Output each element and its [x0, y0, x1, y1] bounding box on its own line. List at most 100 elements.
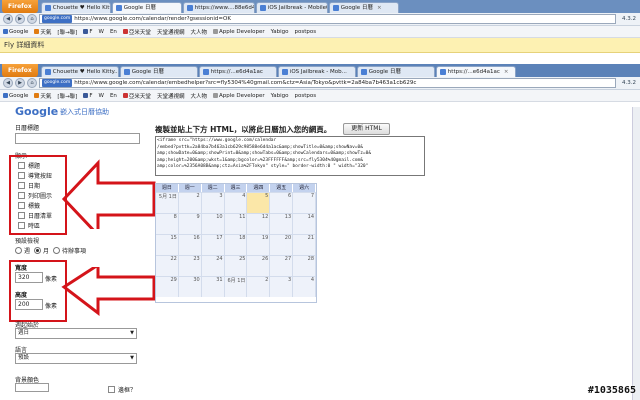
- update-html-button[interactable]: 更新 HTML: [343, 123, 390, 135]
- back-arrow-icon[interactable]: ◀: [3, 78, 13, 88]
- bookmark-item[interactable]: [聯→聯]: [57, 92, 77, 100]
- calendar-day-cell[interactable]: 26: [247, 256, 271, 276]
- tab-6[interactable]: https://...e6d4a1ac ×: [435, 66, 516, 77]
- calendar-day-cell[interactable]: 24: [201, 256, 225, 276]
- calendar-day-cell[interactable]: 4: [293, 277, 317, 297]
- tab-3[interactable]: https://...e6d4a1ac: [198, 66, 277, 77]
- width-input[interactable]: 320: [15, 272, 43, 283]
- bookmark-item[interactable]: Apple Developer: [212, 29, 265, 35]
- checkbox-calendar-list[interactable]: 日曆清單: [18, 211, 52, 220]
- radio-week[interactable]: 週: [15, 246, 30, 255]
- calendar-day-cell[interactable]: 16: [178, 235, 202, 255]
- tab-1[interactable]: Chouette ♥ Hello Kitty...: [40, 66, 119, 77]
- calendar-day-cell[interactable]: 7: [293, 193, 317, 213]
- height-input[interactable]: 200: [15, 299, 43, 310]
- forward-arrow-icon[interactable]: ▶: [15, 14, 25, 24]
- bookmark-item[interactable]: Google: [3, 29, 28, 35]
- bg-color-input[interactable]: [15, 383, 49, 392]
- radio-month[interactable]: 月: [34, 246, 49, 255]
- back-arrow-icon[interactable]: ◀: [3, 14, 13, 24]
- calendar-day-cell[interactable]: 12: [247, 214, 271, 234]
- tab-1[interactable]: Chouette ♥ Hello Kitty...: [40, 2, 111, 13]
- calendar-day-cell[interactable]: 9: [178, 214, 202, 234]
- calendar-day-cell[interactable]: 28: [293, 256, 317, 276]
- bookmark-item[interactable]: W: [99, 93, 104, 99]
- forward-arrow-icon[interactable]: ▶: [15, 78, 25, 88]
- calendar-day-cell[interactable]: 11: [224, 214, 248, 234]
- checkbox-date[interactable]: 日期: [18, 181, 40, 190]
- calendar-day-cell[interactable]: 23: [178, 256, 202, 276]
- firefox-menu-button[interactable]: Firefox: [2, 64, 38, 77]
- home-icon[interactable]: ⌂: [27, 14, 37, 24]
- bookmark-item[interactable]: Yabigo: [271, 93, 289, 99]
- calendar-day-cell[interactable]: 20: [270, 235, 294, 255]
- calendar-day-cell[interactable]: 5月 1日: [156, 193, 179, 213]
- checkbox-border[interactable]: 邊框？: [108, 385, 136, 394]
- home-icon[interactable]: ⌂: [27, 78, 37, 88]
- calendar-day-cell[interactable]: 19: [247, 235, 271, 255]
- calendar-day-cell[interactable]: 2: [247, 277, 271, 297]
- bookmark-item[interactable]: 亞米天堂: [122, 28, 151, 36]
- language-select[interactable]: 預設 ▼: [15, 353, 137, 364]
- calendar-day-cell[interactable]: 18: [224, 235, 248, 255]
- bookmark-item[interactable]: Apple Developer: [212, 93, 265, 99]
- tab-2[interactable]: Google 日曆: [119, 66, 198, 77]
- bookmark-item[interactable]: 天氣: [34, 92, 51, 100]
- bookmark-item[interactable]: En: [110, 29, 117, 35]
- calendar-day-cell[interactable]: 14: [293, 214, 317, 234]
- calendar-day-cell[interactable]: 6月 1日: [224, 277, 248, 297]
- bookmark-item[interactable]: W: [99, 29, 104, 35]
- checkbox-nav-buttons[interactable]: 導覽按鈕: [18, 171, 52, 180]
- calendar-day-cell[interactable]: 15: [156, 235, 179, 255]
- calendar-day-cell[interactable]: 31: [201, 277, 225, 297]
- calendar-day-cell[interactable]: 13: [270, 214, 294, 234]
- checkbox-timezone[interactable]: 時區: [18, 221, 40, 230]
- tab-2[interactable]: Google 日曆: [111, 2, 182, 13]
- page-scrollbar[interactable]: [632, 107, 640, 400]
- embed-code-textarea[interactable]: <iframe src="https://www.google.com/cale…: [155, 136, 425, 176]
- calendar-day-cell[interactable]: 3: [201, 193, 225, 213]
- bookmark-item[interactable]: En: [110, 93, 117, 99]
- calendar-day-cell[interactable]: 22: [156, 256, 179, 276]
- tab-4[interactable]: iOS Jailbreak - Mob...: [277, 66, 356, 77]
- calendar-title-input[interactable]: [15, 133, 140, 144]
- calendar-day-cell[interactable]: 25: [224, 256, 248, 276]
- tab-5[interactable]: Google 日曆 ×: [328, 2, 399, 13]
- calendar-day-cell[interactable]: 30: [178, 277, 202, 297]
- calendar-day-cell[interactable]: 29: [156, 277, 179, 297]
- bookmark-item[interactable]: 天堂通視網: [157, 92, 185, 100]
- url-bar[interactable]: google.com https://www.google.com/calenda…: [39, 78, 616, 88]
- calendar-day-cell[interactable]: 4: [224, 193, 248, 213]
- calendar-day-cell[interactable]: 5: [247, 193, 271, 213]
- checkbox-tabs[interactable]: 標籤: [18, 201, 40, 210]
- bookmark-item[interactable]: 天氣: [34, 28, 51, 36]
- bookmark-item[interactable]: 大人物: [190, 28, 207, 36]
- checkbox-title[interactable]: 標題: [18, 161, 40, 170]
- calendar-day-cell[interactable]: 21: [293, 235, 317, 255]
- calendar-day-cell[interactable]: 27: [270, 256, 294, 276]
- calendar-day-cell[interactable]: 8: [156, 214, 179, 234]
- bookmark-item[interactable]: 亞米天堂: [122, 92, 151, 100]
- bookmark-item[interactable]: Google: [3, 93, 28, 99]
- radio-agenda[interactable]: 待辦事項: [53, 246, 86, 255]
- firefox-menu-button[interactable]: Firefox: [2, 0, 38, 13]
- calendar-day-cell[interactable]: 10: [201, 214, 225, 234]
- tab-3[interactable]: https://www....88e6d4a1ac: [182, 2, 255, 13]
- bookmark-item[interactable]: F: [83, 29, 93, 35]
- tab-5[interactable]: Google 日曆: [356, 66, 435, 77]
- bookmark-item[interactable]: 大人物: [190, 92, 207, 100]
- calendar-day-cell[interactable]: 6: [270, 193, 294, 213]
- bookmark-item[interactable]: Yabigo: [271, 29, 289, 35]
- close-tab-icon[interactable]: ×: [377, 3, 382, 13]
- calendar-day-cell[interactable]: 17: [201, 235, 225, 255]
- calendar-day-cell[interactable]: 3: [270, 277, 294, 297]
- bookmark-item[interactable]: postpos: [295, 29, 317, 35]
- bookmark-item[interactable]: postpos: [295, 93, 317, 99]
- tab-4[interactable]: iOS Jailbreak - Mobile01: [255, 2, 328, 13]
- checkbox-print-icon[interactable]: 列印圖示: [18, 191, 52, 200]
- url-bar[interactable]: google.com https://www.google.com/calenda…: [39, 14, 616, 24]
- bookmark-item[interactable]: [聯→聯]: [57, 28, 77, 36]
- bookmark-item[interactable]: 天堂通視網: [157, 28, 185, 36]
- close-tab-icon[interactable]: ×: [504, 67, 509, 77]
- bookmark-item[interactable]: F: [83, 93, 93, 99]
